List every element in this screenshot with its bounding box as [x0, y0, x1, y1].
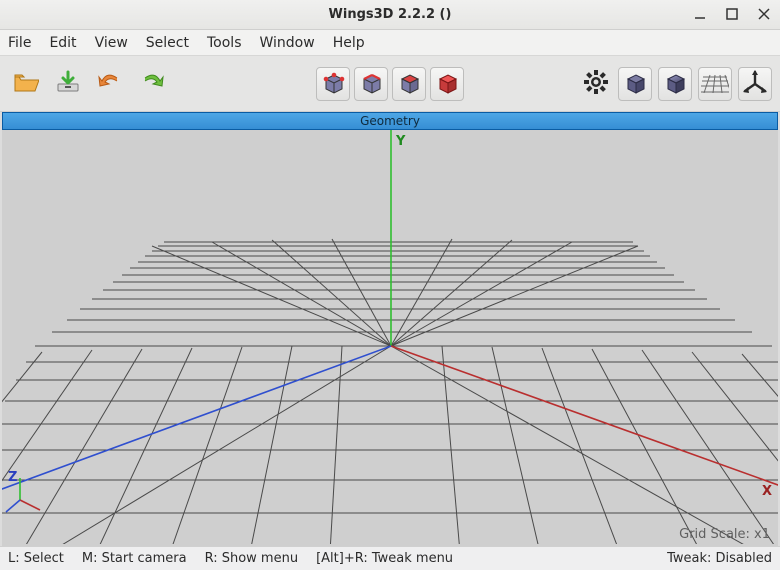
menu-window[interactable]: Window — [260, 35, 315, 51]
gear-icon — [583, 69, 609, 99]
viewport-title: Geometry — [360, 114, 420, 128]
flat-shade-button[interactable] — [618, 67, 652, 101]
status-bar: L: Select M: Start camera R: Show menu [… — [0, 546, 780, 570]
cube-body-icon — [434, 69, 460, 99]
edge-mode-button[interactable] — [354, 67, 388, 101]
cube-vertex-icon — [320, 69, 346, 99]
cube-flat-icon — [622, 69, 648, 99]
status-altr: [Alt]+R: Tweak menu — [316, 551, 453, 566]
face-mode-button[interactable] — [392, 67, 426, 101]
viewport-3d[interactable]: Y X Z Grid Scale: x1 — [2, 130, 778, 546]
status-r: R: Show menu — [205, 551, 299, 566]
undo-button[interactable] — [94, 68, 126, 100]
menubar: File Edit View Select Tools Window Help — [0, 30, 780, 56]
status-l: L: Select — [8, 551, 64, 566]
grid-scale-label: Grid Scale: x1 — [679, 527, 770, 542]
toolbar — [0, 56, 780, 112]
minimize-button[interactable] — [690, 4, 710, 24]
redo-button[interactable] — [136, 68, 168, 100]
save-button[interactable] — [52, 68, 84, 100]
menu-tools[interactable]: Tools — [207, 35, 242, 51]
open-file-icon — [13, 71, 39, 97]
axes-icon — [742, 69, 768, 99]
smooth-shade-button[interactable] — [658, 67, 692, 101]
maximize-button[interactable] — [722, 4, 742, 24]
menu-view[interactable]: View — [95, 35, 128, 51]
window-title: Wings3D 2.2.2 () — [329, 7, 452, 22]
menu-help[interactable]: Help — [333, 35, 365, 51]
axis-z-label: Z — [8, 470, 17, 485]
vertex-mode-button[interactable] — [316, 67, 350, 101]
menu-file[interactable]: File — [8, 35, 31, 51]
grid-render — [2, 130, 778, 544]
cube-face-icon — [396, 69, 422, 99]
status-m: M: Start camera — [82, 551, 187, 566]
axis-x-label: X — [762, 484, 772, 499]
close-button[interactable] — [754, 4, 774, 24]
cube-edge-icon — [358, 69, 384, 99]
body-mode-button[interactable] — [430, 67, 464, 101]
menu-edit[interactable]: Edit — [49, 35, 76, 51]
titlebar: Wings3D 2.2.2 () — [0, 0, 780, 30]
redo-icon — [139, 72, 165, 96]
ground-plane-button[interactable] — [698, 67, 732, 101]
ground-plane-icon — [701, 71, 729, 97]
status-tweak: Tweak: Disabled — [667, 551, 772, 566]
window-controls — [690, 4, 774, 24]
preferences-button[interactable] — [580, 68, 612, 100]
axes-button[interactable] — [738, 67, 772, 101]
open-file-button[interactable] — [10, 68, 42, 100]
save-icon — [55, 70, 81, 98]
cube-smooth-icon — [662, 69, 688, 99]
axis-y-label: Y — [396, 134, 405, 149]
undo-icon — [97, 72, 123, 96]
viewport-title-bar[interactable]: Geometry — [2, 112, 778, 130]
menu-select[interactable]: Select — [146, 35, 189, 51]
